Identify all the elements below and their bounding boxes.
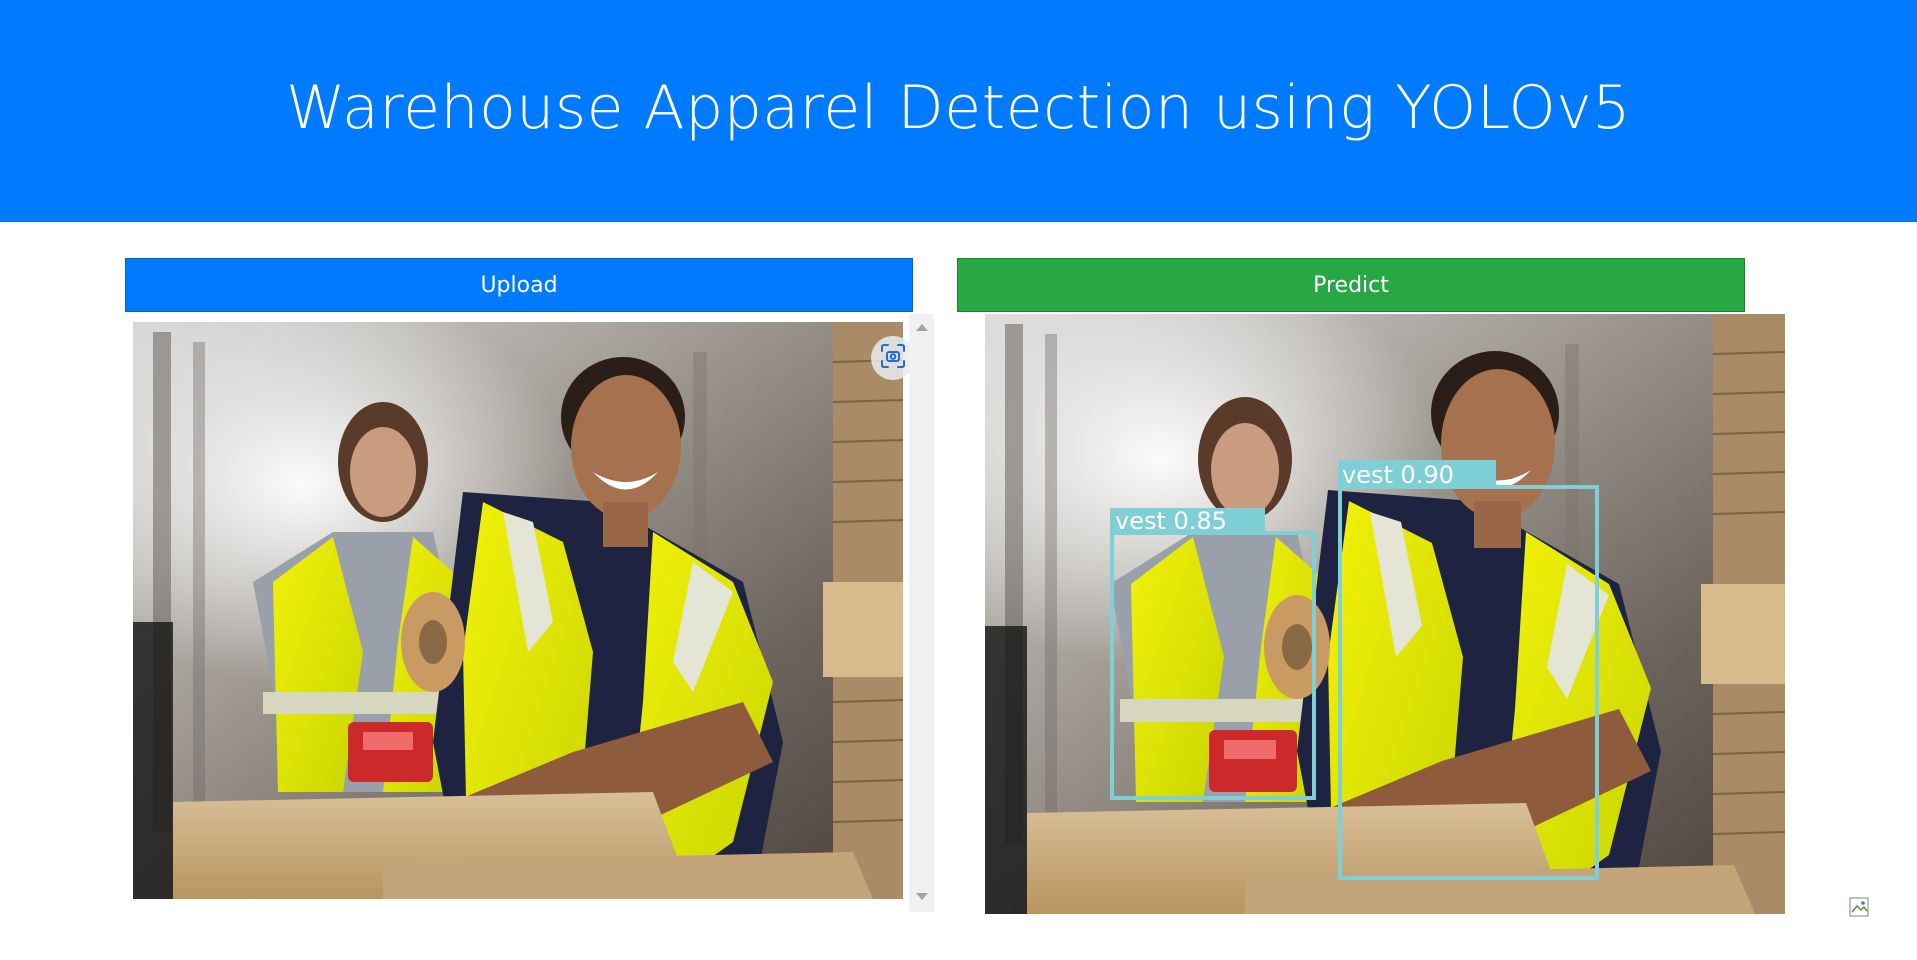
app-header: Warehouse Apparel Detection using YOLOv5 [0, 0, 1917, 222]
prediction-image: vest 0.85 vest 0.90 [985, 314, 1785, 914]
scroll-down-arrow-icon[interactable] [916, 893, 928, 900]
camera-scan-icon [880, 343, 906, 373]
detection-label-1: vest 0.85 [1115, 507, 1227, 535]
uploaded-image-panel[interactable] [125, 314, 936, 912]
vertical-scrollbar[interactable] [909, 314, 934, 912]
upload-scroll-area[interactable] [125, 314, 916, 912]
broken-image-icon [1849, 897, 1871, 919]
page-title: Warehouse Apparel Detection using YOLOv5 [286, 73, 1631, 143]
predict-button[interactable]: Predict [957, 258, 1745, 312]
uploaded-image [133, 322, 903, 899]
upload-button[interactable]: Upload [125, 258, 913, 312]
scroll-up-arrow-icon[interactable] [916, 324, 928, 331]
detection-label-2: vest 0.90 [1342, 461, 1454, 489]
